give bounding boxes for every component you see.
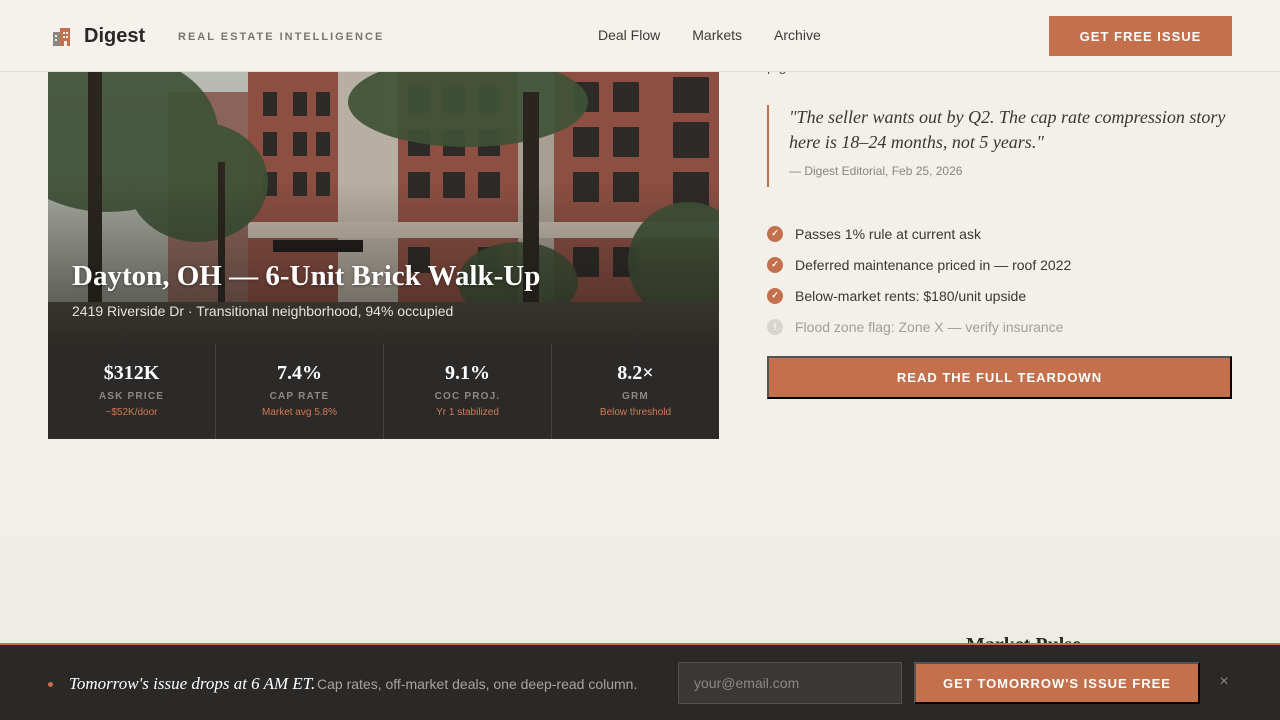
stat-note: Yr 1 stabilized — [436, 407, 499, 418]
read-full-teardown-button[interactable]: READ THE FULL TEARDOWN — [767, 356, 1232, 399]
checklist-item-warning: ! Flood zone flag: Zone X — verify insur… — [767, 311, 1232, 342]
top-navigation: Digest REAL ESTATE INTELLIGENCE Deal Flo… — [0, 0, 1280, 72]
get-free-issue-button[interactable]: GET FREE ISSUE — [1049, 16, 1232, 56]
bullet-dot-icon — [48, 682, 53, 687]
stat-label: ASK PRICE — [98, 391, 165, 402]
deal-title: Dayton, OH — 6-Unit Brick Walk-Up — [72, 260, 541, 292]
stat-value: 9.1% — [445, 362, 490, 384]
stat-ask-price: $312K ASK PRICE ~$52K/door — [48, 344, 216, 439]
checklist-item: ✓ Deferred maintenance priced in — roof … — [767, 249, 1232, 280]
stat-grm: 8.2× GRM Below threshold — [552, 344, 719, 439]
nav-link-deal-flow[interactable]: Deal Flow — [598, 27, 660, 43]
checkmark-icon: ✓ — [767, 256, 783, 273]
close-icon[interactable]: × — [1216, 673, 1232, 691]
deal-stats: $312K ASK PRICE ~$52K/door 7.4% CAP RATE… — [48, 344, 719, 439]
checkmark-icon: ✓ — [767, 287, 783, 304]
brand-name: Digest — [84, 24, 146, 47]
checklist-text: Deferred maintenance priced in — roof 20… — [795, 256, 1072, 273]
editorial-quote: "The seller wants out by Q2. The cap rat… — [767, 105, 1232, 187]
nav-link-markets[interactable]: Markets — [692, 27, 742, 43]
stat-cap-rate: 7.4% CAP RATE Market avg 5.8% — [216, 344, 384, 439]
checklist-item: ✓ Below-market rents: $180/unit upside — [767, 280, 1232, 311]
stat-label: GRM — [622, 391, 649, 402]
nav-link-archive[interactable]: Archive — [774, 27, 821, 43]
stat-note: Below threshold — [599, 407, 672, 418]
brand[interactable]: Digest — [50, 24, 145, 48]
sticky-description: Cap rates, off-market deals, one deep-re… — [317, 676, 638, 692]
stat-label: CAP RATE — [269, 391, 330, 402]
checkmark-icon: ✓ — [767, 225, 783, 242]
quote-text: "The seller wants out by Q2. The cap rat… — [789, 107, 1226, 152]
building-logo-icon — [53, 28, 70, 46]
stat-value: 7.4% — [277, 362, 322, 384]
sticky-title: Tomorrow's issue drops at 6 AM ET. — [69, 674, 316, 693]
sticky-subscribe-bar: Tomorrow's issue drops at 6 AM ET. Cap r… — [0, 643, 1280, 720]
warning-icon: ! — [767, 318, 783, 335]
stat-value: $312K — [103, 362, 160, 384]
stat-label: COC PROJ. — [434, 391, 501, 402]
stat-value: 8.2× — [617, 362, 654, 384]
checklist-text: Flood zone flag: Zone X — verify insuran… — [795, 318, 1064, 335]
checklist-text: Below-market rents: $180/unit upside — [795, 287, 1027, 304]
main-nav: Deal Flow Markets Archive — [598, 27, 821, 43]
tagline: REAL ESTATE INTELLIGENCE — [178, 31, 385, 43]
deal-checklist: ✓ Passes 1% rule at current ask ✓ Deferr… — [767, 218, 1232, 342]
deal-card: Dayton, OH — 6-Unit Brick Walk-Up 2419 R… — [48, 72, 719, 439]
quote-attribution: — Digest Editorial, Feb 25, 2026 — [789, 164, 963, 178]
stat-note: Market avg 5.8% — [261, 407, 338, 418]
deal-subtitle: 2419 Riverside Dr · Transitional neighbo… — [72, 303, 454, 319]
get-tomorrows-issue-button[interactable]: GET TOMORROW'S ISSUE FREE — [914, 662, 1200, 704]
checklist-item: ✓ Passes 1% rule at current ask — [767, 218, 1232, 249]
stat-note: ~$52K/door — [105, 407, 158, 418]
email-input[interactable] — [678, 662, 902, 704]
checklist-text: Passes 1% rule at current ask — [795, 225, 981, 242]
stat-coc-projection: 9.1% COC PROJ. Yr 1 stabilized — [384, 344, 552, 439]
